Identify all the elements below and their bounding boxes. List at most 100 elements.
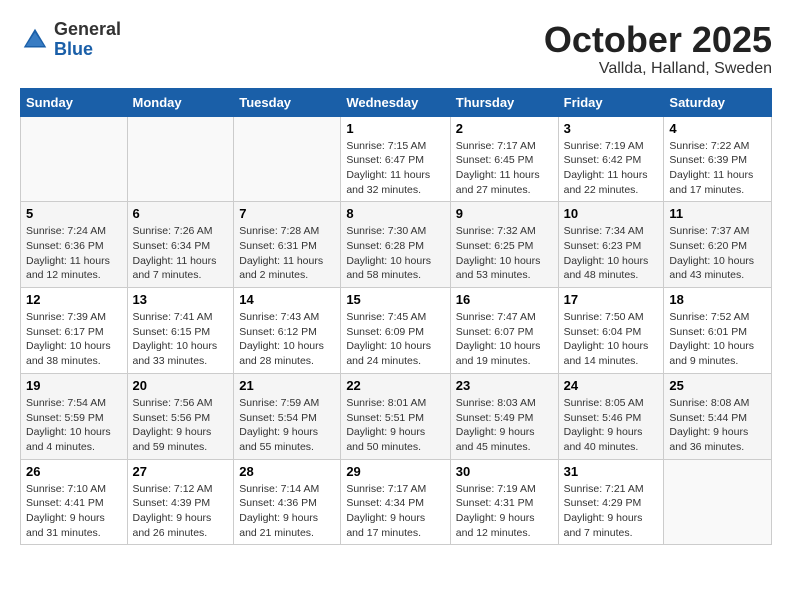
day-info: Sunrise: 7:43 AM Sunset: 6:12 PM Dayligh… xyxy=(239,310,335,369)
day-info: Sunrise: 7:39 AM Sunset: 6:17 PM Dayligh… xyxy=(26,310,122,369)
day-cell: 16 Sunrise: 7:47 AM Sunset: 6:07 PM Dayli… xyxy=(450,288,558,374)
day-info: Sunrise: 7:52 AM Sunset: 6:01 PM Dayligh… xyxy=(669,310,766,369)
weekday-header-wednesday: Wednesday xyxy=(341,88,450,116)
day-number: 10 xyxy=(564,206,659,221)
day-info: Sunrise: 7:37 AM Sunset: 6:20 PM Dayligh… xyxy=(669,224,766,283)
day-number: 19 xyxy=(26,378,122,393)
day-cell: 30Sunrise: 7:19 AM Sunset: 4:31 PM Dayli… xyxy=(450,459,558,545)
day-info: Sunrise: 7:21 AM Sunset: 4:29 PM Dayligh… xyxy=(564,482,659,541)
day-cell: 28 Sunrise: 7:14 AM Sunset: 4:36 PM Dayli… xyxy=(234,459,341,545)
week-row-3: 12 Sunrise: 7:39 AM Sunset: 6:17 PM Dayli… xyxy=(21,288,772,374)
day-number: 6 xyxy=(133,206,229,221)
day-info: Sunrise: 7:47 AM Sunset: 6:07 PM Dayligh… xyxy=(456,310,553,369)
day-cell xyxy=(234,116,341,202)
day-cell: 1Sunrise: 7:15 AM Sunset: 6:47 PM Daylig… xyxy=(341,116,450,202)
day-info: Sunrise: 7:32 AM Sunset: 6:25 PM Dayligh… xyxy=(456,224,553,283)
day-cell: 25 Sunrise: 8:08 AM Sunset: 5:44 PM Dayli… xyxy=(664,373,772,459)
day-number: 29 xyxy=(346,464,444,479)
week-row-4: 19 Sunrise: 7:54 AM Sunset: 5:59 PM Dayli… xyxy=(21,373,772,459)
weekday-header-thursday: Thursday xyxy=(450,88,558,116)
week-row-1: 1Sunrise: 7:15 AM Sunset: 6:47 PM Daylig… xyxy=(21,116,772,202)
day-cell: 14Sunrise: 7:43 AM Sunset: 6:12 PM Dayli… xyxy=(234,288,341,374)
day-number: 28 xyxy=(239,464,335,479)
day-number: 15 xyxy=(346,292,444,307)
day-info: Sunrise: 7:26 AM Sunset: 6:34 PM Dayligh… xyxy=(133,224,229,283)
day-cell: 29 Sunrise: 7:17 AM Sunset: 4:34 PM Dayli… xyxy=(341,459,450,545)
logo-blue: Blue xyxy=(54,40,121,60)
logo: General Blue xyxy=(20,20,121,60)
day-cell xyxy=(127,116,234,202)
weekday-header-row: SundayMondayTuesdayWednesdayThursdayFrid… xyxy=(21,88,772,116)
day-info: Sunrise: 7:10 AM Sunset: 4:41 PM Dayligh… xyxy=(26,482,122,541)
day-info: Sunrise: 7:17 AM Sunset: 6:45 PM Dayligh… xyxy=(456,139,553,198)
day-number: 17 xyxy=(564,292,659,307)
day-info: Sunrise: 7:17 AM Sunset: 4:34 PM Dayligh… xyxy=(346,482,444,541)
day-cell: 4Sunrise: 7:22 AM Sunset: 6:39 PM Daylig… xyxy=(664,116,772,202)
day-number: 23 xyxy=(456,378,553,393)
day-cell: 19 Sunrise: 7:54 AM Sunset: 5:59 PM Dayli… xyxy=(21,373,128,459)
day-info: Sunrise: 7:19 AM Sunset: 4:31 PM Dayligh… xyxy=(456,482,553,541)
day-cell: 5 Sunrise: 7:24 AM Sunset: 6:36 PM Daylig… xyxy=(21,202,128,288)
day-number: 22 xyxy=(346,378,444,393)
day-info: Sunrise: 7:24 AM Sunset: 6:36 PM Dayligh… xyxy=(26,224,122,283)
day-number: 11 xyxy=(669,206,766,221)
logo-icon xyxy=(20,25,50,55)
day-number: 31 xyxy=(564,464,659,479)
weekday-header-sunday: Sunday xyxy=(21,88,128,116)
week-row-2: 5 Sunrise: 7:24 AM Sunset: 6:36 PM Daylig… xyxy=(21,202,772,288)
day-cell: 24Sunrise: 8:05 AM Sunset: 5:46 PM Dayli… xyxy=(558,373,664,459)
weekday-header-friday: Friday xyxy=(558,88,664,116)
week-row-5: 26 Sunrise: 7:10 AM Sunset: 4:41 PM Dayli… xyxy=(21,459,772,545)
day-number: 20 xyxy=(133,378,229,393)
day-cell: 15 Sunrise: 7:45 AM Sunset: 6:09 PM Dayli… xyxy=(341,288,450,374)
day-number: 24 xyxy=(564,378,659,393)
day-info: Sunrise: 8:01 AM Sunset: 5:51 PM Dayligh… xyxy=(346,396,444,455)
day-cell: 8 Sunrise: 7:30 AM Sunset: 6:28 PM Daylig… xyxy=(341,202,450,288)
day-info: Sunrise: 7:34 AM Sunset: 6:23 PM Dayligh… xyxy=(564,224,659,283)
day-cell: 21Sunrise: 7:59 AM Sunset: 5:54 PM Dayli… xyxy=(234,373,341,459)
day-cell: 23 Sunrise: 8:03 AM Sunset: 5:49 PM Dayli… xyxy=(450,373,558,459)
day-cell xyxy=(664,459,772,545)
location: Vallda, Halland, Sweden xyxy=(544,60,772,78)
month-title: October 2025 xyxy=(544,20,772,60)
day-cell: 3Sunrise: 7:19 AM Sunset: 6:42 PM Daylig… xyxy=(558,116,664,202)
day-info: Sunrise: 7:14 AM Sunset: 4:36 PM Dayligh… xyxy=(239,482,335,541)
weekday-header-monday: Monday xyxy=(127,88,234,116)
day-cell: 7 Sunrise: 7:28 AM Sunset: 6:31 PM Daylig… xyxy=(234,202,341,288)
day-cell: 26 Sunrise: 7:10 AM Sunset: 4:41 PM Dayli… xyxy=(21,459,128,545)
day-info: Sunrise: 7:45 AM Sunset: 6:09 PM Dayligh… xyxy=(346,310,444,369)
day-info: Sunrise: 7:30 AM Sunset: 6:28 PM Dayligh… xyxy=(346,224,444,283)
day-number: 9 xyxy=(456,206,553,221)
day-info: Sunrise: 7:50 AM Sunset: 6:04 PM Dayligh… xyxy=(564,310,659,369)
day-info: Sunrise: 7:28 AM Sunset: 6:31 PM Dayligh… xyxy=(239,224,335,283)
day-number: 25 xyxy=(669,378,766,393)
day-number: 5 xyxy=(26,206,122,221)
day-info: Sunrise: 7:15 AM Sunset: 6:47 PM Dayligh… xyxy=(346,139,444,198)
day-cell: 12 Sunrise: 7:39 AM Sunset: 6:17 PM Dayli… xyxy=(21,288,128,374)
day-info: Sunrise: 7:56 AM Sunset: 5:56 PM Dayligh… xyxy=(133,396,229,455)
day-cell: 17 Sunrise: 7:50 AM Sunset: 6:04 PM Dayli… xyxy=(558,288,664,374)
day-cell: 6 Sunrise: 7:26 AM Sunset: 6:34 PM Daylig… xyxy=(127,202,234,288)
day-cell: 11 Sunrise: 7:37 AM Sunset: 6:20 PM Dayli… xyxy=(664,202,772,288)
day-info: Sunrise: 7:12 AM Sunset: 4:39 PM Dayligh… xyxy=(133,482,229,541)
day-number: 16 xyxy=(456,292,553,307)
day-info: Sunrise: 7:54 AM Sunset: 5:59 PM Dayligh… xyxy=(26,396,122,455)
day-info: Sunrise: 8:03 AM Sunset: 5:49 PM Dayligh… xyxy=(456,396,553,455)
day-number: 21 xyxy=(239,378,335,393)
weekday-header-tuesday: Tuesday xyxy=(234,88,341,116)
title-block: October 2025 Vallda, Halland, Sweden xyxy=(544,20,772,78)
day-cell: 31 Sunrise: 7:21 AM Sunset: 4:29 PM Dayli… xyxy=(558,459,664,545)
day-number: 4 xyxy=(669,121,766,136)
day-info: Sunrise: 7:19 AM Sunset: 6:42 PM Dayligh… xyxy=(564,139,659,198)
day-number: 12 xyxy=(26,292,122,307)
page-header: General Blue October 2025 Vallda, Hallan… xyxy=(20,20,772,78)
day-number: 26 xyxy=(26,464,122,479)
day-number: 8 xyxy=(346,206,444,221)
day-cell xyxy=(21,116,128,202)
weekday-header-saturday: Saturday xyxy=(664,88,772,116)
day-number: 7 xyxy=(239,206,335,221)
day-info: Sunrise: 8:08 AM Sunset: 5:44 PM Dayligh… xyxy=(669,396,766,455)
logo-general: General xyxy=(54,20,121,40)
day-cell: 27Sunrise: 7:12 AM Sunset: 4:39 PM Dayli… xyxy=(127,459,234,545)
day-cell: 10 Sunrise: 7:34 AM Sunset: 6:23 PM Dayli… xyxy=(558,202,664,288)
